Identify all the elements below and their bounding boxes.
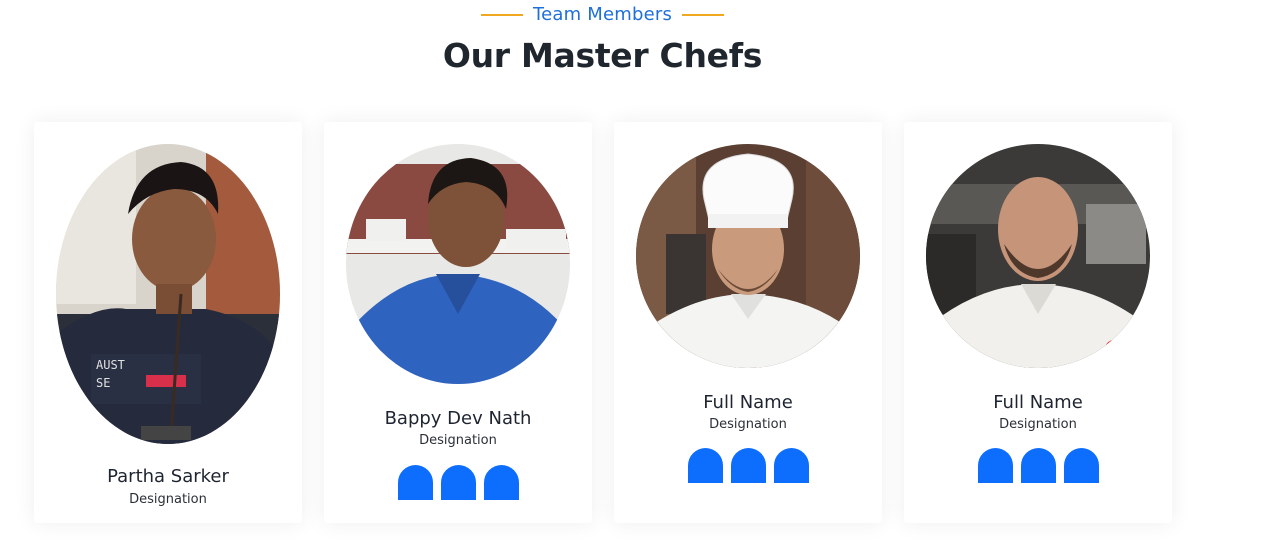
member-name: Full Name <box>993 392 1083 413</box>
svg-text:AUST: AUST <box>96 358 125 372</box>
team-card-4: Full Name Designation <box>904 122 1172 523</box>
member-photo <box>346 144 570 384</box>
social-icon[interactable] <box>773 448 809 483</box>
team-card-3: Full Name Designation <box>614 122 882 523</box>
member-photo: AUST SE <box>56 144 280 444</box>
subtitle-line-right <box>682 13 725 16</box>
member-designation: Designation <box>709 417 787 432</box>
social-icon[interactable] <box>397 465 433 500</box>
social-icon[interactable] <box>440 465 476 500</box>
member-designation: Designation <box>129 492 207 507</box>
svg-text:SE: SE <box>96 376 110 390</box>
subtitle-row: Team Members <box>0 4 1205 25</box>
social-icon[interactable] <box>1063 448 1099 483</box>
social-icon[interactable] <box>1020 448 1056 483</box>
subtitle-line-left <box>480 13 523 16</box>
member-photo <box>636 144 860 368</box>
team-card-1: AUST SE Partha Sarker Designation <box>34 122 302 523</box>
member-designation: Designation <box>419 433 497 448</box>
social-icon[interactable] <box>687 448 723 483</box>
social-links <box>614 448 882 483</box>
social-icon[interactable] <box>730 448 766 483</box>
member-designation: Designation <box>999 417 1077 432</box>
member-photo <box>926 144 1150 368</box>
member-name: Full Name <box>703 392 793 413</box>
member-name: Partha Sarker <box>107 466 229 487</box>
social-links <box>904 448 1172 483</box>
social-icon[interactable] <box>483 465 519 500</box>
member-name: Bappy Dev Nath <box>384 408 532 429</box>
social-links <box>324 465 592 500</box>
section-subtitle: Team Members <box>532 4 673 25</box>
team-card-2: Bappy Dev Nath Designation <box>324 122 592 523</box>
section-title: Our Master Chefs <box>442 36 763 75</box>
social-icon[interactable] <box>977 448 1013 483</box>
